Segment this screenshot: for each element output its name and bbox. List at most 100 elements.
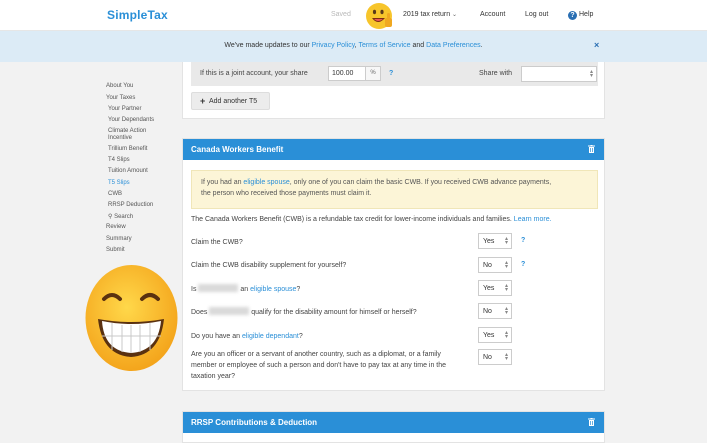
- diplomat-question: Are you an officer or a servant of anoth…: [191, 349, 446, 382]
- sidebar-item-incentive[interactable]: Incentive: [108, 135, 132, 141]
- select-arrows-icon: ▴ ▾: [504, 306, 508, 316]
- eligible-dependant-value: Yes: [483, 332, 495, 339]
- sidebar-item-search[interactable]: ⚲ Search: [108, 213, 133, 220]
- sidebar-item-tuition-amount[interactable]: Tuition Amount: [108, 168, 148, 174]
- select-arrows-icon: ▴ ▾: [504, 352, 508, 362]
- data-preferences-link[interactable]: Data Preferences: [426, 42, 480, 49]
- cwb-panel-header: Canada Workers Benefit: [183, 139, 604, 160]
- help-icon: ?: [568, 11, 577, 20]
- select-arrows-icon: ▴ ▾: [504, 236, 508, 246]
- tax-return-label: 2019 tax return: [403, 11, 451, 18]
- notice-text: We've made updates to our Privacy Policy…: [0, 42, 707, 49]
- spouse-disability-value: No: [483, 308, 492, 315]
- cwb-panel: Canada Workers Benefit If you had an eli…: [182, 138, 605, 391]
- spouse-disability-question: Does qualify for the disability amount f…: [191, 307, 417, 318]
- claim-cwb-label: Claim the CWB?: [191, 239, 243, 246]
- grinning-face-emoji-icon: [85, 265, 178, 371]
- help-question-icon[interactable]: ?: [521, 237, 525, 244]
- sidebar-item-summary[interactable]: Summary: [106, 236, 132, 242]
- help-question-icon[interactable]: ?: [521, 261, 525, 268]
- logout-link[interactable]: Log out: [525, 11, 548, 18]
- trash-icon[interactable]: [588, 145, 595, 153]
- rrsp-title: RRSP Contributions & Deduction: [191, 418, 318, 427]
- diplomat-value: No: [483, 354, 492, 361]
- joint-account-label: If this is a joint account, your share: [200, 70, 308, 77]
- sidebar-search-label: Search: [114, 214, 134, 220]
- notice-and: and: [410, 42, 427, 49]
- privacy-policy-link[interactable]: Privacy Policy: [312, 42, 355, 49]
- select-arrows-icon: ▴ ▾: [504, 260, 508, 270]
- redacted-name: [198, 284, 239, 292]
- rrsp-panel-header: RRSP Contributions & Deduction: [183, 412, 604, 433]
- notice-prefix: We've made updates to our: [224, 42, 312, 49]
- eligible-spouse-link[interactable]: eligible spouse: [250, 286, 296, 293]
- add-another-t5-label: Add another T5: [209, 98, 258, 105]
- close-icon[interactable]: ×: [594, 40, 599, 50]
- share-with-select[interactable]: ▴ ▾: [521, 66, 597, 82]
- q5-pre: Do you have an: [191, 333, 242, 340]
- diplomat-select[interactable]: No ▴ ▾: [478, 349, 512, 365]
- sidebar-item-cwb[interactable]: CWB: [108, 191, 122, 197]
- eligible-spouse-link[interactable]: eligible spouse: [243, 179, 289, 186]
- claim-cwb-value: Yes: [483, 238, 495, 245]
- t5-panel: If this is a joint account, your share 1…: [182, 62, 605, 119]
- sidebar-item-climate-action[interactable]: Climate Action: [108, 128, 146, 134]
- terms-of-service-link[interactable]: Terms of Service: [358, 42, 410, 49]
- sidebar-item-your-dependants[interactable]: Your Dependants: [108, 117, 154, 123]
- sidebar-item-rrsp-deduction[interactable]: RRSP Deduction: [108, 202, 153, 208]
- sidebar-item-your-taxes[interactable]: Your Taxes: [106, 95, 135, 101]
- sidebar-item-trillium-benefit[interactable]: Trillium Benefit: [108, 146, 147, 152]
- disability-supplement-select[interactable]: No ▴ ▾: [478, 257, 512, 273]
- spouse-disability-select[interactable]: No ▴ ▾: [478, 303, 512, 319]
- spouse-alert: If you had an eligible spouse, only one …: [191, 170, 598, 209]
- eligible-spouse-select[interactable]: Yes ▴ ▾: [478, 280, 512, 296]
- share-input[interactable]: 100.00: [328, 66, 366, 81]
- eligible-dependant-question: Do you have an eligible dependant?: [191, 331, 303, 342]
- q3-pre: Is: [191, 286, 197, 293]
- alert-text-1: If you had an: [201, 179, 244, 186]
- trash-icon[interactable]: [588, 418, 595, 426]
- joint-account-row: If this is a joint account, your share 1…: [191, 62, 598, 86]
- q3-end: ?: [296, 286, 301, 293]
- alert-text-3: the person who received those payments m…: [201, 190, 372, 197]
- sidebar-item-t4-slips[interactable]: T4 Slips: [108, 157, 130, 163]
- thumbs-up-emoji-icon: [366, 3, 392, 29]
- tax-return-dropdown[interactable]: 2019 tax return ⌄: [403, 11, 457, 18]
- eligible-dependant-link[interactable]: eligible dependant: [242, 333, 299, 340]
- logo[interactable]: SimpleTax: [107, 8, 168, 22]
- help-link[interactable]: ? Help: [568, 11, 593, 20]
- eligible-spouse-value: Yes: [483, 285, 495, 292]
- percent-addon: %: [366, 66, 381, 81]
- q4-post: qualify for the disability amount for hi…: [251, 309, 417, 316]
- select-arrows-icon: ▴ ▾: [589, 69, 593, 79]
- learn-more-link[interactable]: Learn more.: [514, 216, 552, 223]
- share-with-label: Share with: [479, 70, 513, 77]
- q5-end: ?: [298, 333, 303, 340]
- q6-line1: Are you an officer or a servant of anoth…: [191, 351, 441, 358]
- top-navbar: SimpleTax Saved 2019 tax return ⌄ Accoun…: [0, 0, 707, 31]
- claim-cwb-select[interactable]: Yes ▴ ▾: [478, 233, 512, 249]
- disability-supplement-label: Claim the CWB disability supplement for …: [191, 262, 347, 269]
- select-arrows-icon: ▴ ▾: [504, 330, 508, 340]
- sidebar-item-t5-slips[interactable]: T5 Slips: [108, 180, 130, 186]
- sidebar-item-submit[interactable]: Submit: [106, 247, 125, 253]
- eligible-dependant-select[interactable]: Yes ▴ ▾: [478, 327, 512, 343]
- add-another-t5-button[interactable]: + Add another T5: [191, 92, 270, 110]
- notice-suffix: .: [480, 42, 483, 49]
- sidebar-item-your-partner[interactable]: Your Partner: [108, 106, 141, 112]
- q6-line2: member or employee of such a person and …: [191, 362, 447, 369]
- sidebar-item-about-you[interactable]: About You: [106, 83, 133, 89]
- q6-line3: taxation year?: [191, 373, 235, 380]
- plus-icon: +: [200, 96, 206, 106]
- rrsp-panel: RRSP Contributions & Deduction: [182, 411, 605, 443]
- account-link[interactable]: Account: [480, 11, 505, 18]
- disability-supplement-value: No: [483, 262, 492, 269]
- sidebar-item-review[interactable]: Review: [106, 224, 126, 230]
- cwb-description: The Canada Workers Benefit (CWB) is a re…: [191, 216, 598, 223]
- update-notice-banner: We've made updates to our Privacy Policy…: [0, 31, 707, 62]
- help-question-icon[interactable]: ?: [389, 70, 393, 77]
- q3-post: an: [240, 286, 249, 293]
- redacted-name: [209, 307, 250, 315]
- chevron-down-icon: ⌄: [452, 12, 458, 18]
- eligible-spouse-question: Is an eligible spouse?: [191, 284, 300, 295]
